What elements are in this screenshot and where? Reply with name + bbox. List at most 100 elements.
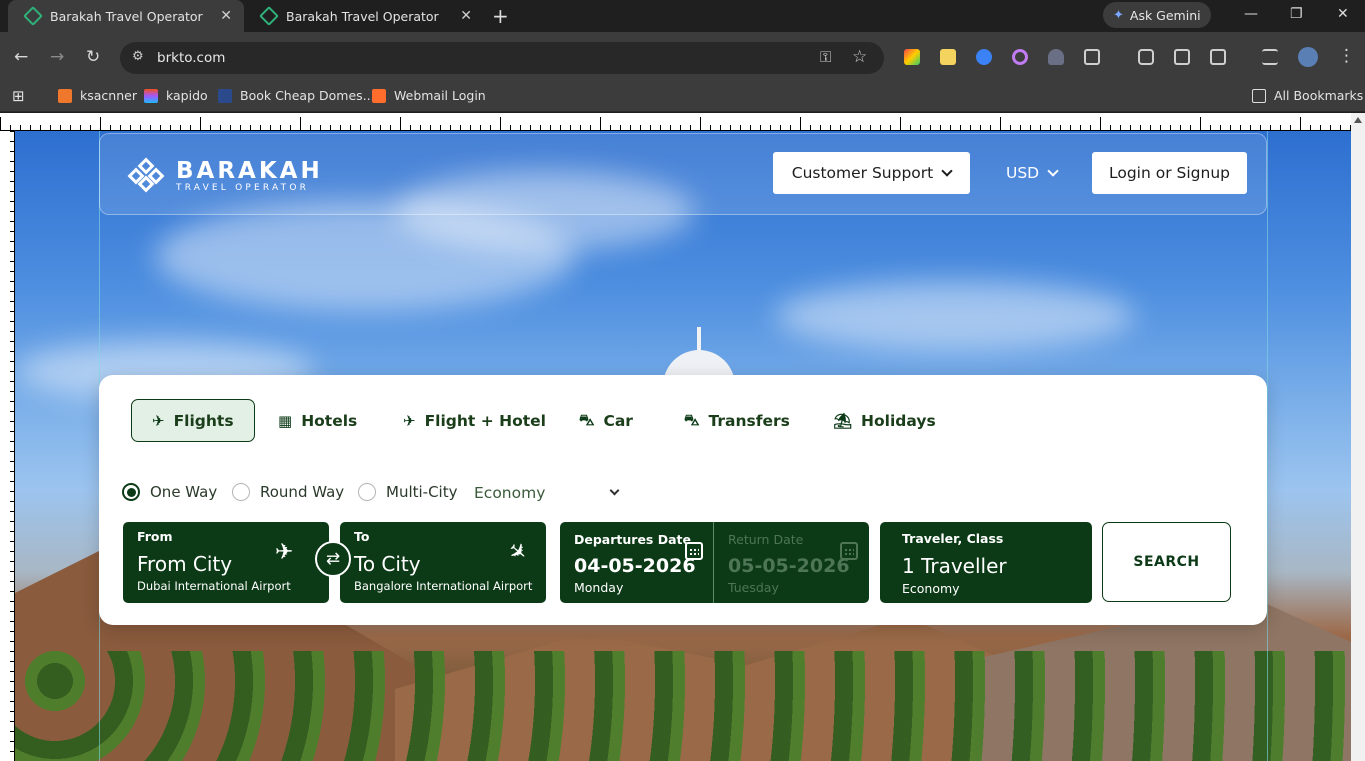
ruler-horizontal [0, 113, 1365, 131]
profile-avatar[interactable] [1298, 47, 1318, 67]
tab-holidays[interactable]: ⛱ Holidays [833, 399, 936, 442]
url-text[interactable]: brkto.com [157, 50, 225, 66]
logo-name: BARAKAH [176, 157, 323, 184]
currency-label: USD [1006, 164, 1040, 182]
media-controls-icon[interactable] [1262, 49, 1278, 65]
extensions-puzzle-icon[interactable] [1084, 49, 1100, 65]
tab-label: Transfers [708, 411, 790, 430]
calendar-icon [840, 542, 858, 560]
password-key-icon[interactable]: ⚿ [820, 48, 831, 66]
tab-title: Barakah Travel Operator [50, 8, 203, 24]
beach-icon: ⛱ [833, 411, 853, 430]
bookmark-label: kapido [166, 88, 208, 103]
trip-label: One Way [150, 483, 218, 501]
radio-unselected[interactable] [358, 483, 376, 501]
restore-icon[interactable]: ❐ [1290, 6, 1303, 22]
extension-colorful-icon[interactable] [904, 49, 920, 65]
to-field[interactable]: To To City Bangalore International Airpo… [340, 522, 546, 603]
forward-icon[interactable]: → [50, 47, 64, 67]
bookmark-book-cheap[interactable]: Book Cheap Domes... [218, 88, 375, 103]
tab-label: Holidays [861, 411, 936, 430]
trip-multi-city[interactable]: Multi-City [358, 483, 457, 501]
tab-label: Hotels [301, 411, 358, 430]
customer-support-button[interactable]: Customer Support [773, 152, 970, 194]
cabin-class-select[interactable]: Economy [474, 484, 620, 502]
tab-flight-hotel[interactable]: ✈ Flight + Hotel [403, 399, 546, 442]
minimize-icon[interactable]: — [1244, 6, 1258, 22]
address-bar[interactable]: ⚙ brkto.com ⚿ ☆ [120, 42, 884, 74]
traveler-class-field[interactable]: Traveler, Class 1 Traveller Economy [880, 522, 1092, 603]
tab-flights[interactable]: ✈ Flights [131, 399, 255, 442]
menu-kebab-icon[interactable]: ⋮ [1338, 46, 1355, 66]
trip-label: Round Way [260, 483, 345, 501]
radio-unselected[interactable] [232, 483, 250, 501]
browser-tab[interactable]: Barakah Travel Operator ✕ [244, 0, 484, 32]
side-panel-icon[interactable] [1174, 49, 1190, 65]
barakah-logo[interactable]: BARAKAH TRAVEL OPERATOR [126, 156, 323, 196]
trip-round-way[interactable]: Round Way [232, 483, 344, 501]
apps-grid-icon[interactable]: ⊞ [12, 87, 25, 105]
radio-selected[interactable] [122, 483, 140, 501]
barakah-favicon-icon [23, 6, 43, 26]
back-icon[interactable]: ← [14, 47, 28, 67]
bookmark-ksacnner[interactable]: ksacnner [58, 88, 137, 103]
plane-icon: ✈ [152, 411, 165, 430]
chevron-down-icon [609, 485, 620, 496]
tab-car[interactable]: ⛍ Car [579, 399, 633, 442]
dates-field[interactable]: Departures Date 04-05-2026 Monday Return… [560, 522, 869, 603]
search-tabs-icon[interactable] [1210, 49, 1226, 65]
browser-tab-active[interactable]: Barakah Travel Operator ✕ [8, 0, 244, 32]
return-day: Tuesday [728, 580, 779, 595]
hotel-icon: ▦ [278, 411, 293, 430]
close-window-icon[interactable]: ✕ [1337, 6, 1349, 22]
extension-blue-icon[interactable] [976, 49, 992, 65]
figma-icon [144, 88, 158, 103]
plane-icon: ✈ [403, 411, 416, 430]
bookmark-star-icon[interactable]: ☆ [852, 47, 867, 67]
from-field[interactable]: From From City Dubai International Airpo… [123, 522, 329, 603]
palm-trees [15, 651, 1351, 761]
extension-notes-icon[interactable] [940, 49, 956, 65]
all-bookmarks[interactable]: All Bookmarks [1252, 88, 1363, 103]
close-tab-icon[interactable]: ✕ [220, 8, 232, 24]
extension-ring-icon[interactable] [1012, 49, 1028, 65]
gemini-spark-icon: ✦ [1113, 7, 1124, 23]
chevron-down-icon [941, 164, 953, 177]
bookmark-favicon-icon [58, 88, 72, 103]
bookmark-label: Book Cheap Domes... [240, 88, 375, 103]
departure-value[interactable]: 04-05-2026 [574, 555, 696, 577]
traveler-label: Traveler, Class [902, 531, 1004, 546]
from-value: From City [137, 552, 233, 576]
reload-icon[interactable]: ↻ [86, 47, 100, 67]
traveler-value: 1 Traveller [902, 554, 1007, 578]
bookmark-label: Webmail Login [394, 88, 486, 103]
new-tab-button[interactable]: + [492, 4, 509, 28]
bookmark-kapido[interactable]: kapido [144, 88, 208, 103]
currency-selector[interactable]: USD [1006, 164, 1059, 182]
cabin-class-value: Economy [474, 484, 546, 502]
tab-transfers[interactable]: ⛍ Transfers [684, 399, 790, 442]
ask-gemini-button[interactable]: ✦ Ask Gemini [1103, 2, 1211, 28]
close-tab-icon[interactable]: ✕ [460, 8, 472, 24]
extension-ghost-icon[interactable] [1048, 49, 1064, 65]
site-info-icon[interactable]: ⚙ [132, 49, 144, 64]
tab-hotels[interactable]: ▦ Hotels [278, 399, 357, 442]
swap-cities-button[interactable]: ⇄ [315, 541, 351, 577]
return-label: Return Date [728, 532, 804, 547]
landing-icon: ✈ [502, 536, 533, 569]
trip-one-way[interactable]: One Way [122, 483, 217, 501]
to-value: To City [354, 552, 421, 576]
to-label: To [354, 529, 370, 544]
screenshot-icon[interactable] [1138, 49, 1154, 65]
bookmark-webmail[interactable]: Webmail Login [372, 88, 486, 103]
departure-label: Departures Date [574, 532, 691, 547]
vertical-scrollbar[interactable] [1351, 113, 1365, 761]
return-value[interactable]: 05-05-2026 [728, 555, 850, 577]
scroll-up-icon[interactable] [1354, 117, 1362, 123]
customer-support-label: Customer Support [791, 164, 934, 182]
from-airport: Dubai International Airport [137, 579, 291, 593]
car-icon: ⛍ [579, 410, 595, 429]
search-button[interactable]: SEARCH [1102, 522, 1231, 602]
login-signup-button[interactable]: Login or Signup [1092, 152, 1247, 194]
from-label: From [137, 529, 173, 544]
